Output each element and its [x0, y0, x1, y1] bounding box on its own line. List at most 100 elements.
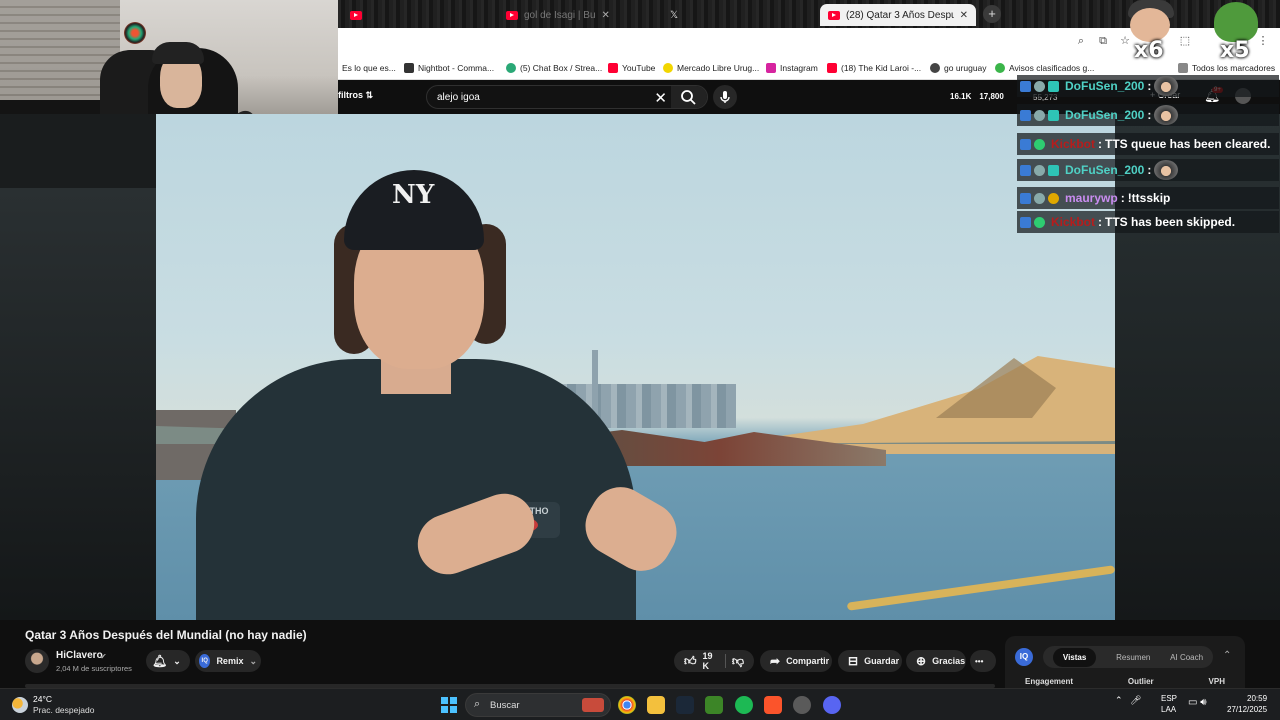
discord-icon[interactable]: [823, 696, 841, 714]
emote-count: x6: [1134, 38, 1164, 63]
file-explorer-icon[interactable]: [647, 696, 665, 714]
chat-message: maurywp: !ttsskip: [1017, 187, 1279, 209]
network-icon[interactable]: ▭ 🔊︎: [1188, 697, 1207, 708]
bookmark-label: go uruguay: [944, 62, 987, 73]
thanks-button[interactable]: ⊕ Gracias: [906, 650, 966, 672]
language-code[interactable]: ESP: [1161, 694, 1177, 703]
channel-avatar[interactable]: [25, 649, 49, 673]
remix-button[interactable]: IQ Remix ⌄: [195, 650, 261, 672]
column-vph: VPH: [1208, 677, 1225, 686]
weather-text[interactable]: Prac. despejado: [33, 705, 94, 715]
chat-colon: :: [1147, 79, 1152, 93]
browser-tab[interactable]: gol de Isagi | Bu ✕: [498, 4, 658, 26]
chat-text: TTS queue has been cleared.: [1105, 137, 1271, 151]
browser-tab[interactable]: [342, 4, 370, 26]
bookmark-icon: ⊟: [848, 654, 859, 668]
bookmark-item[interactable]: go uruguay: [930, 60, 987, 75]
bookmark-item[interactable]: (18) The Kid Laroi -...: [827, 60, 921, 75]
search-icon: [681, 90, 696, 105]
bookmark-label: Todos los marcadores: [1192, 62, 1276, 73]
chat-message: Kickbot: TTS has been skipped.: [1017, 211, 1279, 233]
share-button[interactable]: ➦ Compartir: [760, 650, 832, 672]
sub-badge-icon: [1034, 80, 1045, 92]
search-input[interactable]: alejo igoa: [437, 92, 480, 103]
clear-icon[interactable]: ✕: [654, 89, 667, 107]
desktop: gol de Isagi | Bu ✕ 𝕏 (28) Qatar 3 Años …: [0, 0, 1280, 720]
voice-search-button[interactable]: [713, 85, 737, 109]
search-highlight-icon: [582, 698, 604, 712]
spotify-icon[interactable]: [735, 696, 753, 714]
bookmark-item[interactable]: Nightbot - Comma...: [404, 60, 494, 75]
verified-badge-icon: [1034, 138, 1045, 150]
x-icon: 𝕏: [670, 9, 679, 21]
tab-label: (28) Qatar 3 Años Después del: [845, 9, 954, 21]
bookmark-item[interactable]: Instagram: [766, 60, 818, 75]
emote-icon: [1154, 76, 1179, 96]
chat-text: TTS has been skipped.: [1105, 215, 1236, 229]
emote-combo-overlay: x6: [1124, 0, 1180, 63]
channel-name[interactable]: HiClavero: [56, 650, 103, 661]
clock-time[interactable]: 20:59: [1247, 694, 1267, 703]
chat-message: Kickbot: TTS queue has been cleared.: [1017, 133, 1279, 155]
browser-tab[interactable]: 𝕏: [662, 4, 686, 26]
bookmark-item[interactable]: (5) Chat Box / Strea...: [506, 60, 602, 75]
chat-colon: :: [1098, 137, 1103, 151]
keyboard-layout[interactable]: LAA: [1161, 705, 1176, 714]
tray-icons[interactable]: ⌃ 🎤︎: [1115, 695, 1141, 706]
chat-username: Kickbot: [1051, 137, 1096, 151]
chevron-down-icon: ⌄: [173, 655, 181, 666]
steam-icon[interactable]: [676, 696, 694, 714]
search-box[interactable]: alejo igoa ✕: [426, 85, 708, 109]
bookmark-item[interactable]: Mercado Libre Urug...: [663, 60, 759, 75]
minecraft-icon[interactable]: [705, 696, 723, 714]
bookmark-label: Avisos clasificados g...: [1009, 62, 1095, 73]
like-button[interactable]: 👍︎ 19 K 👎︎: [674, 650, 754, 672]
tab-vistas[interactable]: Vistas: [1052, 647, 1097, 667]
temperature[interactable]: 24°C: [33, 694, 52, 704]
thumbs-down-icon[interactable]: 👎︎: [732, 654, 744, 669]
save-button[interactable]: ⊟ Guardar: [838, 650, 902, 672]
browser-tab-active[interactable]: (28) Qatar 3 Años Después del ✕: [820, 4, 976, 26]
close-icon[interactable]: ✕: [960, 10, 968, 21]
filters-button[interactable]: filtros ⇅: [338, 90, 373, 101]
install-icon[interactable]: ⧉: [1096, 34, 1110, 48]
brave-icon[interactable]: [764, 696, 782, 714]
tab-label: gol de Isagi | Bu: [524, 9, 596, 21]
obs-icon[interactable]: [793, 696, 811, 714]
nightbot-icon: [404, 62, 414, 73]
search-button[interactable]: [671, 86, 707, 108]
taskbar-search[interactable]: ⌕ Buscar: [465, 693, 611, 717]
stream-stats: 16.1K 17,800: [950, 92, 1004, 101]
warning-badge-icon: [1048, 192, 1059, 204]
notifications-button[interactable]: 🔔︎ ⌄: [146, 650, 190, 672]
zoom-icon[interactable]: ⌕: [1074, 34, 1088, 48]
chevron-up-icon[interactable]: ⌃: [1223, 650, 1231, 661]
gallito-icon: [995, 62, 1005, 73]
bookmark-item[interactable]: YouTube: [608, 60, 655, 75]
bookmark-label: Mercado Libre Urug...: [677, 62, 760, 73]
emote-face-icon: [1130, 8, 1170, 42]
share-label: Compartir: [786, 656, 830, 666]
youtube-icon: [350, 10, 362, 20]
tab-ai-coach[interactable]: AI Coach: [1170, 653, 1203, 662]
chrome-icon[interactable]: [618, 696, 636, 714]
start-button[interactable]: [441, 697, 457, 713]
extensions-icon[interactable]: ⬚: [1178, 34, 1192, 48]
tab-resumen[interactable]: Resumen: [1116, 653, 1150, 662]
bookmark-label: Instagram: [780, 62, 818, 73]
bookmark-item[interactable]: Es lo que es...: [342, 60, 396, 75]
taskbar-search-placeholder: Buscar: [490, 700, 520, 711]
chat-username: DoFuSen_200: [1065, 108, 1145, 122]
gift-badge-icon: [1048, 109, 1059, 121]
weather-icon[interactable]: [12, 697, 28, 713]
video-player[interactable]: NY BEANYTHO: [156, 114, 1115, 620]
close-icon[interactable]: ✕: [602, 10, 610, 21]
sub-badge-icon: [1034, 192, 1045, 204]
chatbox-icon: [506, 62, 516, 73]
more-actions-button[interactable]: •••: [970, 650, 996, 672]
bookmark-item[interactable]: Avisos clasificados g...: [995, 60, 1094, 75]
vidiq-panel: IQ Vistas Resumen AI Coach ⌃ Engagement …: [1005, 636, 1245, 688]
new-tab-button[interactable]: +: [983, 5, 1001, 23]
clock-date[interactable]: 27/12/2025: [1227, 705, 1267, 714]
mic-icon: [720, 91, 730, 103]
